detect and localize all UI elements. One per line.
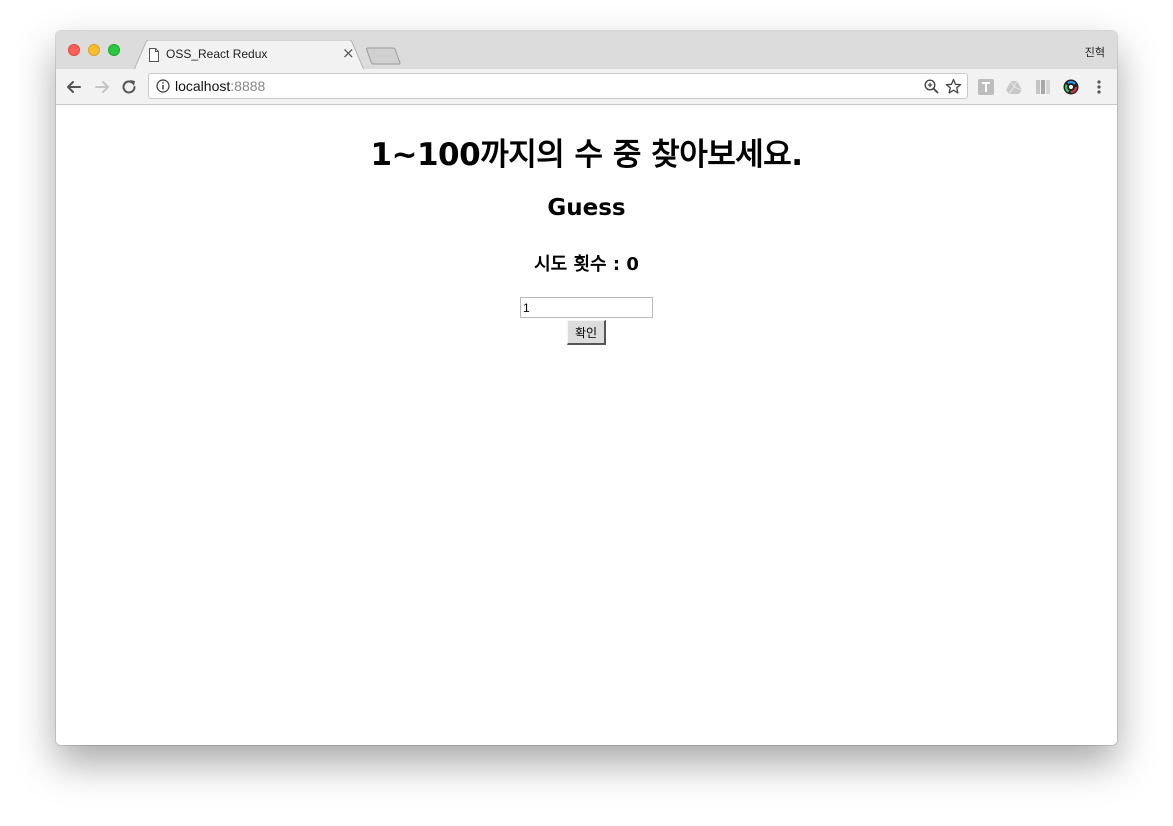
window-close-button[interactable]: [68, 44, 80, 56]
confirm-button[interactable]: 확인: [567, 320, 606, 345]
extension-drive-icon[interactable]: [1006, 79, 1022, 95]
tab-close-icon[interactable]: ×: [342, 46, 355, 61]
guess-input[interactable]: [520, 297, 653, 318]
browser-toolbar: localhost:8888: [56, 69, 1117, 105]
arrow-right-icon[interactable]: [92, 77, 112, 97]
kebab-menu-icon[interactable]: [1091, 79, 1107, 95]
browser-window: OSS_React Redux × 진혁 localhost:8888 1~10…: [56, 31, 1117, 745]
page-subtitle: Guess: [547, 195, 626, 221]
page-content: 1~100까지의 수 중 찾아보세요. Guess 시도 횟수 : 0 확인: [56, 105, 1117, 745]
info-icon[interactable]: [156, 79, 170, 93]
tab-strip: OSS_React Redux × 진혁: [56, 31, 1117, 70]
window-minimize-button[interactable]: [88, 44, 100, 56]
tab-active[interactable]: OSS_React Redux ×: [134, 40, 364, 70]
url-port: :8888: [230, 78, 266, 94]
profile-name[interactable]: 진혁: [1085, 44, 1105, 60]
window-maximize-button[interactable]: [108, 44, 120, 56]
tab-title: OSS_React Redux: [166, 47, 268, 61]
extension-t-icon[interactable]: [978, 79, 994, 95]
url-host: localhost: [175, 78, 231, 94]
reload-icon[interactable]: [119, 77, 139, 97]
new-tab-button[interactable]: [366, 47, 402, 65]
address-bar[interactable]: localhost:8888: [148, 73, 968, 99]
url-text[interactable]: localhost:8888: [175, 78, 265, 94]
zoom-in-icon[interactable]: [924, 79, 939, 94]
star-icon[interactable]: [945, 78, 962, 95]
page-title: 1~100까지의 수 중 찾아보세요.: [370, 137, 803, 173]
arrow-left-icon[interactable]: [64, 77, 84, 97]
page-icon: [149, 48, 159, 62]
extension-bars-icon[interactable]: [1035, 79, 1051, 95]
attempt-counter: 시도 횟수 : 0: [534, 254, 639, 275]
extension-color-wheel-icon[interactable]: [1063, 79, 1079, 95]
